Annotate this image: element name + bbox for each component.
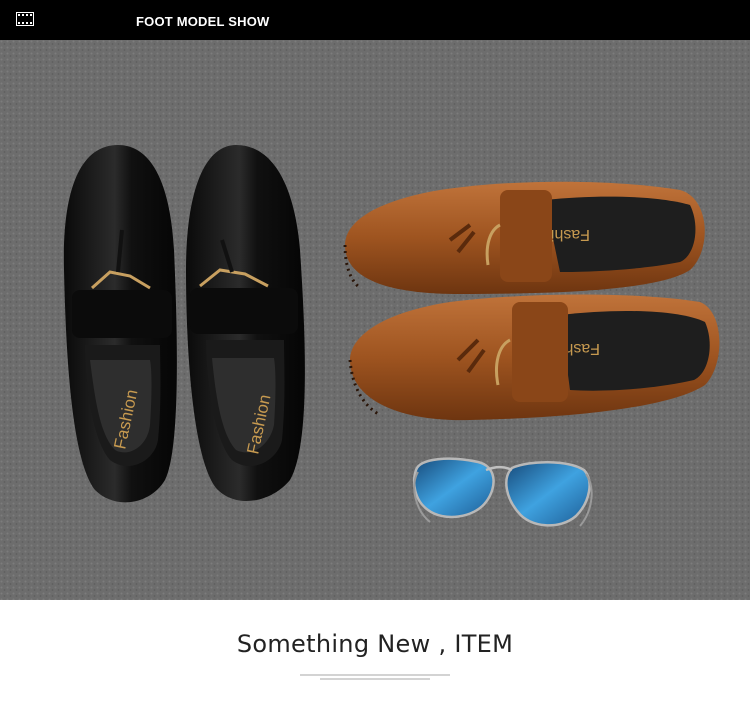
product-photo: Fashion Fashion Fashion Fashion: [0, 40, 750, 600]
black-loafer-left: Fashion: [63, 145, 177, 503]
photo-illustration: Fashion Fashion Fashion Fashion: [0, 40, 750, 600]
film-strip-icon: [16, 12, 34, 26]
caption: Something New , ITEM: [0, 630, 750, 659]
caption-fineprint: [300, 672, 450, 686]
header-bar: FOOT MODEL SHOW: [0, 0, 750, 40]
caption-title: Something New , ITEM: [236, 630, 514, 658]
header-title: FOOT MODEL SHOW: [136, 14, 270, 29]
black-loafer-right: Fashion: [186, 145, 305, 502]
